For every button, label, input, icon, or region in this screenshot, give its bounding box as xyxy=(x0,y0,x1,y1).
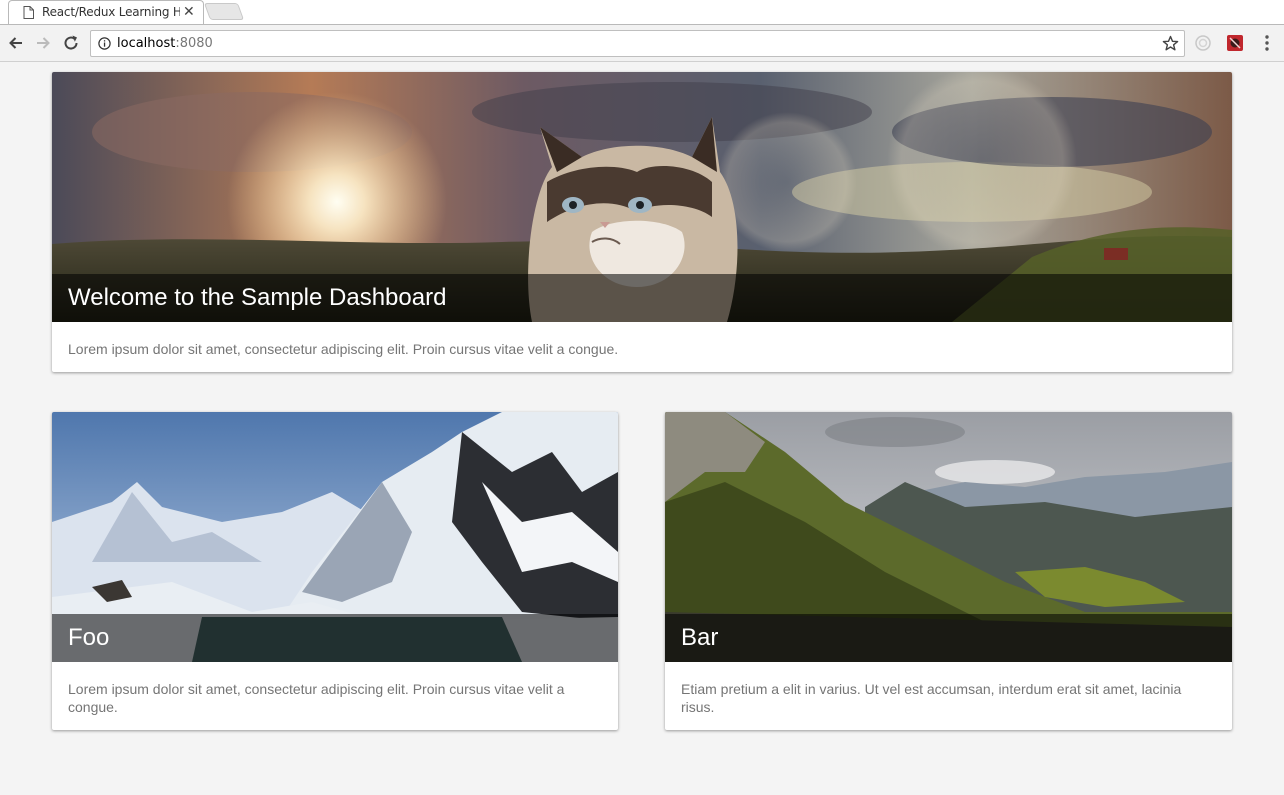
info-icon[interactable] xyxy=(98,37,111,50)
browser-tab-strip: React/Redux Learning Ho ✕ xyxy=(0,0,1284,24)
url-host: localhost xyxy=(117,36,176,51)
tab-title: React/Redux Learning Ho xyxy=(42,5,180,19)
welcome-card-media: Welcome to the Sample Dashboard xyxy=(52,72,1232,322)
extension-icon[interactable] xyxy=(1194,34,1212,52)
welcome-card: Welcome to the Sample Dashboard Lorem ip… xyxy=(52,72,1232,372)
card-title: Bar xyxy=(681,624,719,651)
browser-tab[interactable]: React/Redux Learning Ho ✕ xyxy=(8,0,204,24)
card-text: Lorem ipsum dolor sit amet, consectetur … xyxy=(68,341,619,357)
extension-red-icon[interactable] xyxy=(1226,34,1244,52)
card-text: Lorem ipsum dolor sit amet, consectetur … xyxy=(68,681,565,715)
title-overlay xyxy=(52,614,618,662)
kebab-menu-icon[interactable] xyxy=(1259,34,1275,52)
new-tab-button[interactable] xyxy=(203,3,245,20)
foo-card-media: Foo xyxy=(52,412,618,662)
page-icon xyxy=(23,6,34,19)
reload-icon[interactable] xyxy=(61,33,81,53)
foo-card: Foo Lorem ipsum dolor sit amet, consecte… xyxy=(52,412,618,730)
close-tab-icon[interactable]: ✕ xyxy=(183,4,195,20)
url-text[interactable]: localhost:8080 xyxy=(117,36,213,51)
url-port: :8080 xyxy=(175,36,213,51)
address-bar[interactable]: localhost:8080 xyxy=(90,30,1185,57)
browser-toolbar: localhost:8080 xyxy=(0,24,1284,62)
bar-card: Bar Etiam pretium a elit in varius. Ut v… xyxy=(665,412,1232,730)
back-arrow-icon[interactable] xyxy=(6,33,26,53)
card-title: Foo xyxy=(68,624,110,651)
forward-arrow-icon[interactable] xyxy=(33,33,53,53)
star-icon[interactable] xyxy=(1162,35,1179,52)
title-overlay xyxy=(665,614,1232,662)
card-title: Welcome to the Sample Dashboard xyxy=(68,284,447,311)
bar-card-media: Bar xyxy=(665,412,1232,662)
card-text: Etiam pretium a elit in varius. Ut vel e… xyxy=(681,681,1182,715)
